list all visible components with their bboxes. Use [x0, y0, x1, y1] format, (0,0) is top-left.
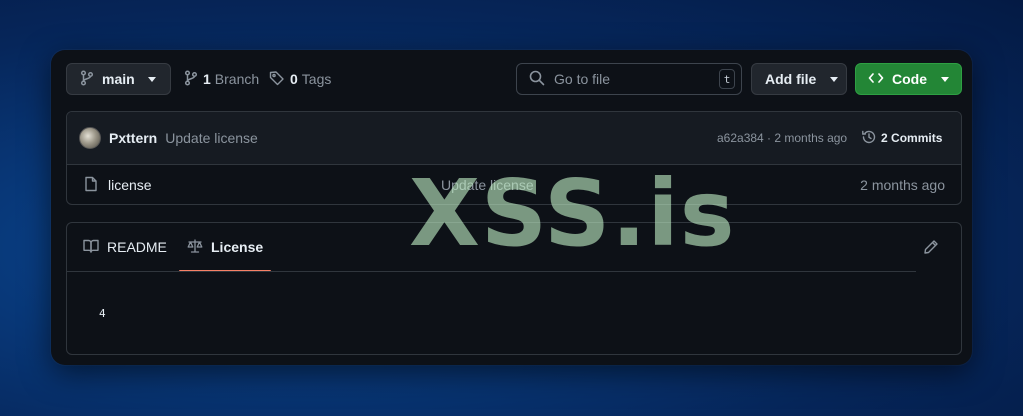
add-file-label: Add file — [765, 71, 817, 87]
file-icon — [84, 176, 98, 195]
tags-link[interactable]: 0 Tags — [269, 63, 331, 95]
branch-selector-button[interactable]: main — [66, 63, 171, 95]
commits-history-link[interactable]: 2 Commits — [861, 129, 942, 148]
repo-toolbar: main 1 Branch 0 Tags Go to file t Add fi… — [66, 63, 962, 95]
book-icon — [83, 238, 99, 257]
history-icon — [861, 129, 877, 148]
commits-label: Commits — [891, 131, 943, 145]
tabs-divider — [67, 271, 916, 272]
pencil-icon[interactable] — [923, 239, 939, 260]
branch-name: main — [102, 71, 135, 87]
tag-label: Tags — [301, 71, 332, 87]
file-name[interactable]: license — [108, 177, 152, 193]
chevron-down-icon — [830, 76, 839, 82]
chevron-down-icon — [941, 76, 949, 82]
latest-commit-row: Pxttern Update license a62a384 · 2 month… — [67, 112, 961, 165]
tab-license-label: License — [211, 239, 264, 255]
file-commit-message[interactable]: Update license — [441, 177, 534, 193]
code-label: Code — [892, 71, 927, 87]
readme-tabs: README License — [67, 223, 961, 272]
commit-message[interactable]: Update license — [165, 130, 258, 146]
scale-icon — [187, 238, 203, 257]
readme-panel: README License 4 — [66, 222, 962, 355]
branch-icon — [80, 69, 94, 89]
branch-label: Branch — [214, 71, 260, 87]
license-content: 4 — [99, 307, 106, 320]
commit-hash-and-time[interactable]: a62a384 · 2 months ago — [717, 131, 847, 145]
add-file-button[interactable]: Add file — [751, 63, 847, 95]
avatar[interactable] — [79, 127, 101, 149]
tab-readme[interactable]: README — [83, 223, 167, 271]
repo-window: main 1 Branch 0 Tags Go to file t Add fi… — [51, 50, 972, 365]
branch-icon — [184, 69, 198, 89]
file-browser: Pxttern Update license a62a384 · 2 month… — [66, 111, 962, 205]
keyboard-shortcut-hint: t — [719, 69, 735, 89]
commit-author[interactable]: Pxttern — [109, 130, 157, 146]
tab-license[interactable]: License — [179, 223, 272, 272]
tag-icon — [269, 70, 285, 89]
code-brackets-icon — [868, 70, 884, 89]
commits-count: 2 — [881, 131, 888, 145]
file-commit-date: 2 months ago — [860, 177, 945, 193]
tab-readme-label: README — [107, 239, 167, 255]
search-placeholder: Go to file — [554, 71, 611, 87]
file-row[interactable]: license Update license 2 months ago — [67, 165, 961, 204]
search-icon — [529, 70, 545, 89]
chevron-down-icon — [147, 76, 156, 82]
tag-count: 0 — [290, 71, 298, 87]
branch-count: 1 — [203, 71, 211, 87]
branches-link[interactable]: 1 Branch — [184, 63, 259, 95]
go-to-file-input[interactable]: Go to file t — [516, 63, 742, 95]
code-button[interactable]: Code — [855, 63, 962, 95]
